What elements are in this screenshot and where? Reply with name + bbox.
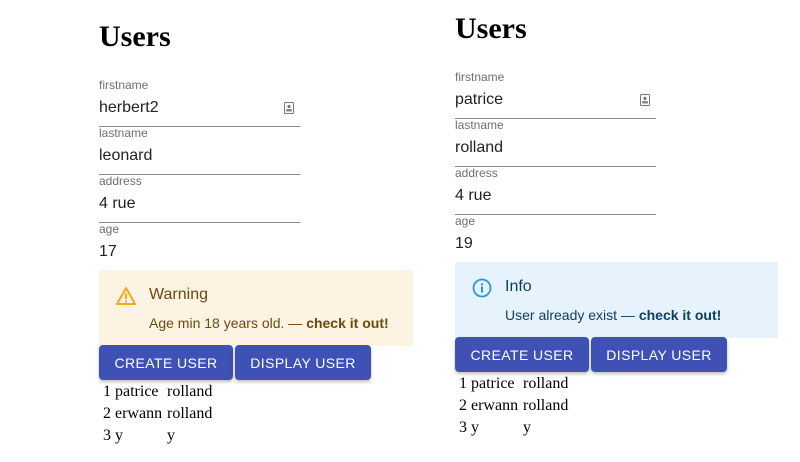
user-lastname: rolland bbox=[167, 405, 213, 422]
user-firstname: 3 y bbox=[103, 427, 123, 444]
alert-message: User already exist — check it out! bbox=[505, 306, 721, 324]
age-field[interactable]: age 19 bbox=[455, 214, 656, 263]
firstname-input[interactable]: herbert2 bbox=[99, 98, 159, 118]
display-user-button[interactable]: Display User bbox=[591, 337, 727, 372]
alert-title: Warning bbox=[149, 286, 208, 303]
firstname-label: firstname bbox=[455, 70, 505, 84]
user-lastname: rolland bbox=[523, 375, 569, 392]
page-title: Users bbox=[455, 12, 527, 45]
alert-text: User already exist — bbox=[505, 307, 639, 323]
alert-link[interactable]: check it out! bbox=[639, 307, 721, 323]
address-label: address bbox=[455, 166, 498, 180]
lastname-label: lastname bbox=[99, 126, 148, 140]
lastname-input[interactable]: leonard bbox=[99, 146, 152, 166]
user-firstname: 2 erwann bbox=[103, 405, 163, 422]
firstname-field[interactable]: firstname patrice bbox=[455, 70, 656, 119]
age-input[interactable]: 17 bbox=[99, 242, 117, 262]
create-user-button[interactable]: Create User bbox=[455, 337, 589, 372]
alert-message: Age min 18 years old. — check it out! bbox=[149, 314, 389, 332]
lastname-input[interactable]: rolland bbox=[455, 138, 503, 158]
firstname-field[interactable]: firstname herbert2 bbox=[99, 78, 300, 127]
age-label: age bbox=[455, 214, 476, 228]
lastname-label: lastname bbox=[455, 118, 504, 132]
contact-card-icon[interactable] bbox=[284, 102, 294, 114]
alert-title: Info bbox=[505, 278, 532, 295]
address-field[interactable]: address 4 rue bbox=[99, 174, 300, 223]
age-input[interactable]: 19 bbox=[455, 234, 473, 254]
user-firstname: 1 patrice bbox=[459, 375, 515, 392]
age-label: age bbox=[99, 222, 120, 236]
user-lastname: rolland bbox=[523, 397, 569, 414]
user-firstname: 2 erwann bbox=[459, 397, 519, 414]
age-field[interactable]: age 17 bbox=[99, 222, 300, 271]
alert-text: Age min 18 years old. — bbox=[149, 315, 307, 331]
user-firstname: 3 y bbox=[459, 419, 479, 436]
address-input[interactable]: 4 rue bbox=[99, 194, 135, 214]
address-input[interactable]: 4 rue bbox=[455, 186, 491, 206]
warning-triangle-icon bbox=[116, 287, 136, 305]
address-field[interactable]: address 4 rue bbox=[455, 166, 656, 215]
page-title: Users bbox=[99, 20, 171, 53]
lastname-field[interactable]: lastname leonard bbox=[99, 126, 300, 175]
display-user-button[interactable]: Display User bbox=[235, 345, 371, 380]
info-alert: Info User already exist — check it out! bbox=[455, 262, 778, 338]
firstname-input[interactable]: patrice bbox=[455, 90, 503, 110]
user-lastname: y bbox=[523, 419, 531, 436]
alert-link[interactable]: check it out! bbox=[306, 315, 388, 331]
contact-card-icon[interactable] bbox=[640, 94, 650, 106]
lastname-field[interactable]: lastname rolland bbox=[455, 118, 656, 167]
user-firstname: 1 patrice bbox=[103, 383, 159, 400]
user-lastname: y bbox=[167, 427, 175, 444]
firstname-label: firstname bbox=[99, 78, 149, 92]
user-lastname: rolland bbox=[167, 383, 213, 400]
create-user-button[interactable]: Create User bbox=[99, 345, 233, 380]
info-circle-icon bbox=[472, 278, 492, 298]
address-label: address bbox=[99, 174, 142, 188]
warning-alert: Warning Age min 18 years old. — check it… bbox=[99, 270, 413, 346]
